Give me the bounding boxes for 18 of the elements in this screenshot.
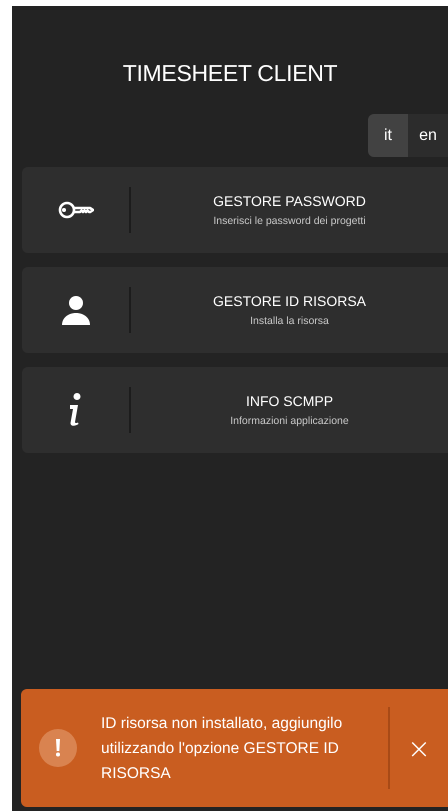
menu-subtitle: Inserisci le password dei progetti	[213, 215, 366, 227]
toast-message: ID risorsa non installato, aggiungilo utilizzando l'opzione GESTORE ID RISORSA	[101, 714, 344, 784]
menu-title: GESTORE ID RISORSA	[213, 293, 366, 309]
person-icon	[60, 295, 90, 325]
menu-card[interactable]: INFO SCMPP Informazioni applicazione	[22, 367, 448, 453]
menu-title: GESTORE PASSWORD	[213, 193, 366, 209]
menu-subtitle: Informazioni applicazione	[230, 415, 349, 427]
language-button[interactable]: en	[408, 114, 448, 157]
app-title: TIMESHEET CLIENT	[122, 60, 338, 87]
close-button[interactable]: ×	[390, 732, 448, 764]
menu-subtitle: Installa la risorsa	[250, 315, 329, 327]
menu-card[interactable]: GESTORE ID RISORSA Installa la risorsa	[22, 267, 448, 353]
menu-card[interactable]: GESTORE PASSWORD Inserisci le password dei progetti	[22, 167, 448, 253]
warning-icon	[39, 729, 77, 767]
language-button[interactable]: it	[368, 114, 408, 157]
info-icon	[68, 393, 82, 427]
menu-title: INFO SCMPP	[246, 393, 334, 409]
key-icon	[58, 200, 94, 220]
